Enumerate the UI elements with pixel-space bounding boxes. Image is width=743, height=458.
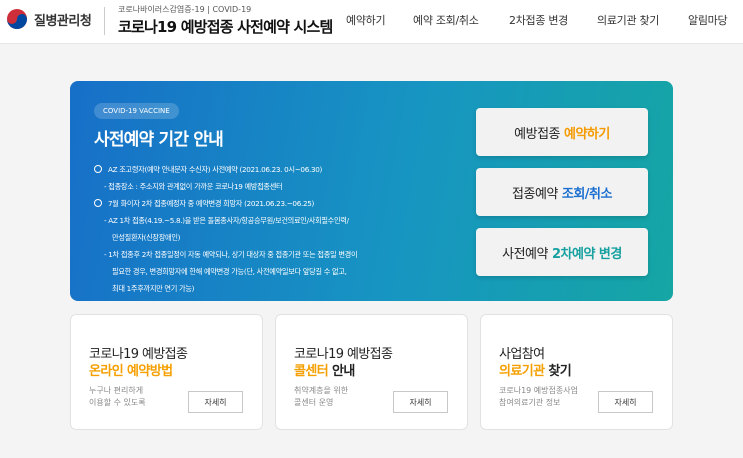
notice-item: AZ 조고령자(예약 안내문자 수신자) 사전예약 (2021.06.23. 0…	[94, 161, 424, 178]
detail-button[interactable]: 자세히	[188, 391, 243, 413]
card-desc-line: 취약계층을 위한	[294, 386, 349, 395]
reserve-button-highlight: 예약하기	[564, 126, 610, 142]
card-desc-line: 코로나19 예방접종사업	[499, 386, 578, 395]
nav-reserve[interactable]: 예약하기	[346, 12, 386, 28]
detail-button[interactable]: 자세히	[393, 391, 448, 413]
lookup-cancel-button[interactable]: 접종예약 조회/취소	[476, 168, 648, 216]
nav-second-dose-change[interactable]: 2차접종 변경	[509, 12, 568, 28]
nav-notice[interactable]: 알림마당	[688, 12, 728, 28]
notice-item: - AZ 1차 접종(4.19.~5.8.)을 받은 돌봄종사자/항공승무원/보…	[104, 216, 349, 225]
card-online-reservation: 코로나19 예방접종 온라인 예약방법 누구나 편리하게 이용할 수 있도록 자…	[70, 314, 263, 430]
card-subtitle-rest: 찾기	[544, 364, 572, 379]
card-subtitle: 온라인 예약방법	[89, 360, 173, 379]
card-subtitle: 콜센터 안내	[294, 360, 355, 379]
card-description: 코로나19 예방접종사업 참여의료기관 정보	[499, 385, 578, 409]
taegeuk-logo-icon	[6, 8, 28, 30]
card-desc-line: 콜센터 운영	[294, 398, 334, 407]
card-subtitle-highlight: 온라인 예약방법	[89, 364, 173, 379]
reserve-button-prefix: 예방접종	[514, 126, 560, 142]
lookup-button-prefix: 접종예약	[512, 186, 558, 202]
card-find-clinic: 사업참여 의료기관 찾기 코로나19 예방접종사업 참여의료기관 정보 자세히	[480, 314, 673, 430]
lookup-button-highlight: 조회/취소	[561, 186, 613, 202]
notice-item: 만성질환자(신장장애인)	[112, 233, 181, 242]
vaccine-tag: COVID-19 VACCINE	[94, 103, 179, 119]
detail-button[interactable]: 자세히	[598, 391, 653, 413]
card-desc-line: 이용할 수 있도록	[89, 398, 146, 407]
header-divider	[104, 7, 105, 35]
card-subtitle: 의료기관 찾기	[499, 360, 572, 379]
notice-item: - 접종장소 : 주소지와 관계없이 가까운 코로나19 예방접종센터	[104, 182, 283, 191]
nav-lookup-cancel[interactable]: 예약 조회/취소	[413, 12, 479, 28]
reserve-button[interactable]: 예방접종 예약하기	[476, 108, 648, 156]
card-desc-line: 참여의료기관 정보	[499, 398, 561, 407]
site-title[interactable]: 코로나19 예방접종 사전예약 시스템	[118, 16, 333, 37]
hero-title: 사전예약 기간 안내	[94, 130, 224, 150]
card-subtitle-rest: 안내	[328, 364, 355, 379]
card-subtitle-highlight: 의료기관	[499, 364, 545, 379]
change-button-highlight: 2차예약 변경	[551, 246, 622, 262]
card-desc-line: 누구나 편리하게	[89, 386, 144, 395]
second-dose-change-button[interactable]: 사전예약 2차예약 변경	[476, 228, 648, 276]
logo[interactable]: 질병관리청	[6, 8, 92, 30]
card-subtitle-highlight: 콜센터	[294, 364, 329, 379]
hero-banner: COVID-19 VACCINE 사전예약 기간 안내 AZ 조고령자(예약 안…	[70, 81, 673, 301]
card-call-center: 코로나19 예방접종 콜센터 안내 취약계층을 위한 콜센터 운영 자세히	[275, 314, 468, 430]
logo-text: 질병관리청	[34, 13, 92, 29]
nav-find-clinic[interactable]: 의료기관 찾기	[597, 12, 659, 28]
notice-list: AZ 조고령자(예약 안내문자 수신자) 사전예약 (2021.06.23. 0…	[94, 161, 424, 297]
change-button-prefix: 사전예약	[502, 246, 548, 262]
notice-item: 최대 1주후까지만 연기 가능)	[112, 284, 195, 293]
notice-item: 필요한 경우, 변경희망자에 한해 예약변경 가능(단, 사전예약일보다 앞당길…	[112, 267, 347, 276]
notice-item: - 1차 접종후 2차 접종일정이 자동 예약되나, 상기 대상자 중 접종기관…	[104, 250, 358, 259]
header: 질병관리청 코로나바이러스감염증-19 | COVID-19 코로나19 예방접…	[0, 0, 743, 44]
card-description: 누구나 편리하게 이용할 수 있도록	[89, 385, 146, 409]
card-description: 취약계층을 위한 콜센터 운영	[294, 385, 348, 409]
notice-item: 7월 화이자 2차 접종예정자 중 예약변경 희망자 (2021.06.23.~…	[94, 195, 424, 212]
site-subtitle: 코로나바이러스감염증-19 | COVID-19	[118, 5, 252, 14]
